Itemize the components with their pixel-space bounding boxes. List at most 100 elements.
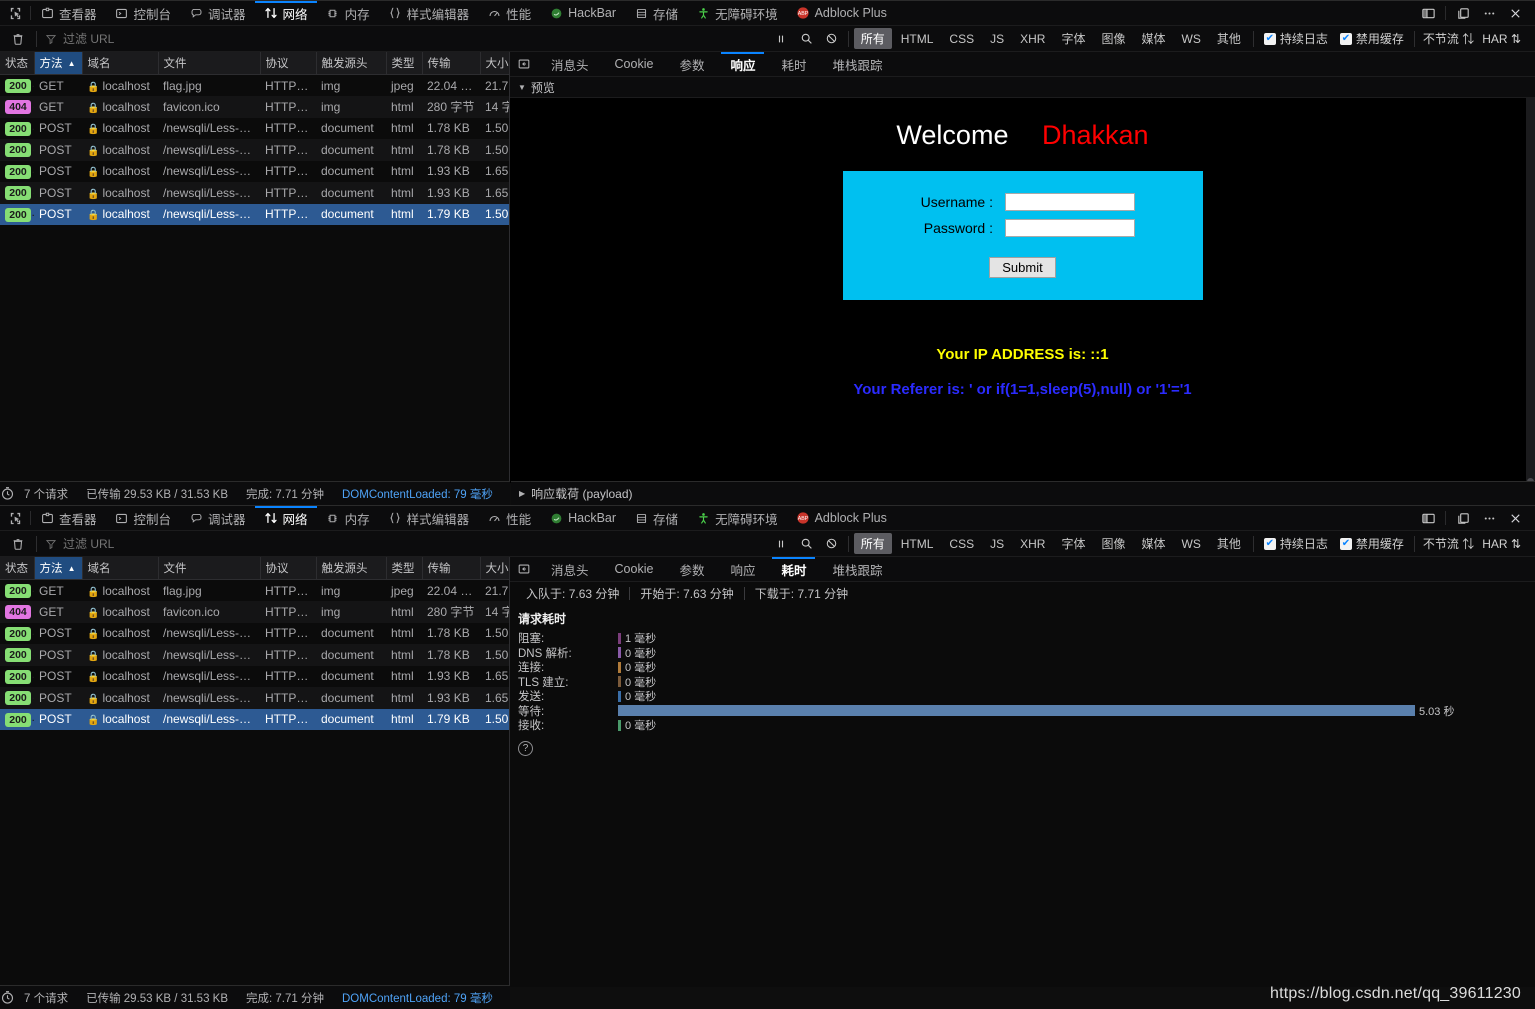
column-header-method[interactable]: 方法 ▲ [34,557,83,580]
column-header-size[interactable]: 大小 [480,557,509,580]
devtools-tab-network[interactable]: 网络 [254,1,317,25]
close-icon[interactable] [1503,506,1527,530]
timer-icon[interactable] [0,486,15,501]
table-row[interactable]: 200 GET 🔒 localhost flag.jpg HTTP/1.1 img jpeg 2… [0,580,509,602]
filter-type-xhr[interactable]: XHR [1013,30,1052,48]
devtools-tab-adblock-plus[interactable]: ABP Adblock Plus [787,1,896,25]
disable-cache-checkbox[interactable]: ✔ 禁用缓存 [1334,30,1410,47]
filter-type-font[interactable]: 字体 [1054,28,1092,49]
filter-type-html[interactable]: HTML [894,30,941,48]
collapse-panel-icon[interactable] [510,557,538,581]
close-icon[interactable] [1503,1,1527,25]
devtools-tab-storage[interactable]: 存储 [625,506,687,530]
username-input[interactable] [1005,193,1135,211]
search-icon[interactable] [794,28,819,50]
column-header-domain[interactable]: 域名 [82,52,159,75]
persist-logs-checkbox[interactable]: ✔ 持续日志 [1258,535,1334,552]
pause-icon[interactable] [769,28,794,50]
detail-tab-stacktrace[interactable]: 堆栈跟踪 [819,52,895,76]
filter-type-ws[interactable]: WS [1175,535,1208,553]
detail-tab-headers[interactable]: 消息头 [538,52,602,76]
table-row[interactable]: 200 POST 🔒 localhost/newsqli/Less-19/HTTP/1… [0,644,509,666]
devtools-tab-memory[interactable]: 内存 [317,506,379,530]
filter-type-css[interactable]: CSS [942,535,981,553]
column-header-protocol[interactable]: 协议 [260,557,317,580]
column-header-status[interactable]: 状态 [0,52,35,75]
column-header-transferred[interactable]: 传输 [422,52,481,75]
table-row[interactable]: 404 GET 🔒 localhost favicon.ico HTTP/1.1 img ht… [0,601,509,623]
collapse-panel-icon[interactable] [510,52,538,76]
devtools-tab-inspector[interactable]: 查看器 [31,506,106,530]
column-header-size[interactable]: 大小 [480,52,509,75]
devtools-tab-storage[interactable]: 存储 [625,1,687,25]
table-row[interactable]: 404 GET 🔒 localhost favicon.ico HTTP/1.1 img ht… [0,96,509,118]
more-options-icon[interactable] [1477,506,1501,530]
devtools-tab-inspector[interactable]: 查看器 [31,1,106,25]
filter-type-media[interactable]: 媒体 [1135,28,1173,49]
column-header-status[interactable]: 状态 [0,557,35,580]
devtools-tab-network[interactable]: 网络 [254,506,317,530]
filter-type-ws[interactable]: WS [1175,30,1208,48]
table-row[interactable]: 200 POST 🔒 localhost/newsqli/Less-19/HTTP/1… [0,182,509,204]
detail-tab-headers[interactable]: 消息头 [538,557,602,581]
persist-logs-checkbox[interactable]: ✔ 持续日志 [1258,30,1334,47]
filter-type-image[interactable]: 图像 [1094,533,1132,554]
detail-tab-cookie[interactable]: Cookie [602,557,667,581]
table-row[interactable]: 200 POST 🔒 localhost/newsqli/Less-19/HTTP/1… [0,687,509,709]
devtools-tab-accessibility[interactable]: 无障碍环境 [687,1,787,25]
detail-tab-response[interactable]: 响应 [717,557,768,581]
element-picker-icon[interactable] [0,506,30,530]
more-options-icon[interactable] [1477,1,1501,25]
password-input[interactable] [1005,219,1135,237]
devtools-tab-style-editor[interactable]: 样式编辑器 [379,1,479,25]
preview-scrollbar[interactable] [1526,98,1535,483]
filter-type-media[interactable]: 媒体 [1135,533,1173,554]
filter-type-xhr[interactable]: XHR [1013,535,1052,553]
block-icon[interactable] [819,533,844,555]
filter-type-all[interactable]: 所有 [853,28,892,49]
detail-tab-params[interactable]: 参数 [666,52,717,76]
response-payload-bar[interactable]: ▶ 响应载荷 (payload) [511,481,1535,505]
devtools-tab-debugger[interactable]: 调试器 [180,506,255,530]
column-header-type[interactable]: 类型 [386,52,423,75]
devtools-tab-console[interactable]: 控制台 [106,1,181,25]
column-header-method[interactable]: 方法 ▲ [34,52,83,75]
filter-type-font[interactable]: 字体 [1054,533,1092,554]
filter-type-js[interactable]: JS [983,535,1011,553]
filter-type-image[interactable]: 图像 [1094,28,1132,49]
filter-type-other[interactable]: 其他 [1210,28,1248,49]
devtools-tab-memory[interactable]: 内存 [317,1,379,25]
detail-tab-timings[interactable]: 耗时 [768,52,819,76]
search-input[interactable] [63,31,223,46]
detail-tab-params[interactable]: 参数 [666,557,717,581]
search-icon[interactable] [794,533,819,555]
timer-icon[interactable] [0,990,15,1005]
disable-cache-checkbox[interactable]: ✔ 禁用缓存 [1334,535,1410,552]
column-header-file[interactable]: 文件 [158,557,261,580]
table-row[interactable]: 200 POST 🔒 localhost/newsqli/Less-19/HTTP/1… [0,666,509,688]
filter-url-box[interactable] [41,31,241,46]
submit-button[interactable]: Submit [989,257,1056,278]
filter-type-other[interactable]: 其他 [1210,533,1248,554]
block-icon[interactable] [819,28,844,50]
detail-tab-response[interactable]: 响应 [717,52,768,76]
throttling-dropdown[interactable]: 不节流 ⇅ [1419,535,1478,552]
devtools-tab-performance[interactable]: 性能 [478,1,540,25]
devtools-tab-hackbar[interactable]: HackBar [540,506,625,530]
table-row[interactable]: 200 POST 🔒 localhost/newsqli/Less-19/HTTP/1… [0,623,509,645]
devtools-tab-adblock-plus[interactable]: ABP Adblock Plus [787,506,896,530]
column-header-protocol[interactable]: 协议 [260,52,317,75]
clear-requests-icon[interactable] [4,27,32,51]
filter-url-box[interactable] [41,536,241,551]
column-header-transferred[interactable]: 传输 [422,557,481,580]
detail-tab-stacktrace[interactable]: 堆栈跟踪 [819,557,895,581]
table-row[interactable]: 200 GET 🔒 localhost flag.jpg HTTP/1.1 img jpeg 2… [0,75,509,97]
request-list-bottom[interactable]: 状态 方法 ▲ 域名 文件 协议 触发源头 类型 传输 大小 200 GET 🔒 loc… [0,557,510,987]
element-picker-icon[interactable] [0,1,30,25]
filter-type-html[interactable]: HTML [894,535,941,553]
har-dropdown[interactable]: HAR ⇅ [1478,537,1525,551]
filter-type-js[interactable]: JS [983,30,1011,48]
request-list-top[interactable]: 状态 方法 ▲ 域名 文件 协议 触发源头 类型 传输 大小 200 GET 🔒 loc… [0,52,510,483]
column-header-domain[interactable]: 域名 [82,557,159,580]
separate-window-icon[interactable] [1451,1,1475,25]
